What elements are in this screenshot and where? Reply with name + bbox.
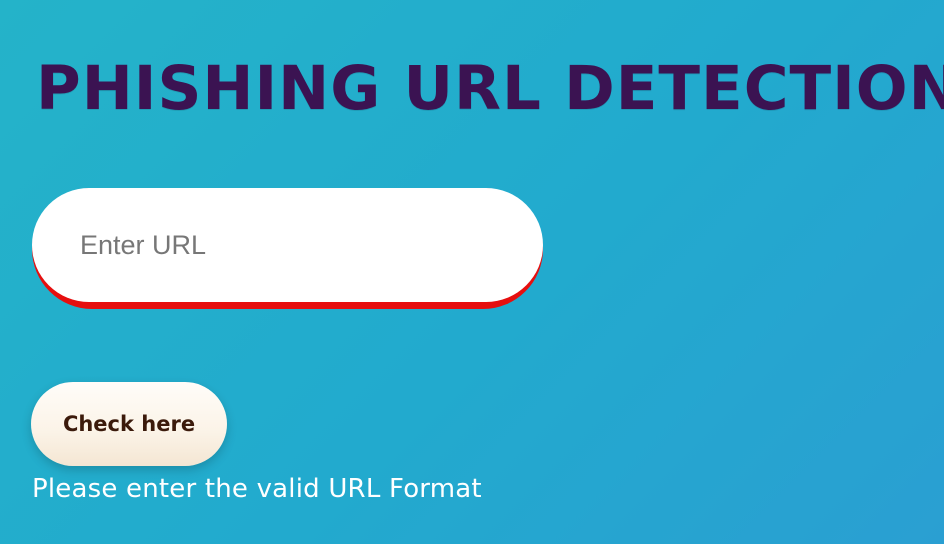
url-input[interactable] bbox=[32, 188, 543, 302]
page-title: PHISHING URL DETECTION bbox=[36, 53, 944, 124]
page: PHISHING URL DETECTION Check here Please… bbox=[0, 0, 944, 544]
check-button[interactable]: Check here bbox=[31, 382, 227, 466]
url-input-container bbox=[32, 188, 543, 309]
validation-message: Please enter the valid URL Format bbox=[32, 474, 482, 504]
